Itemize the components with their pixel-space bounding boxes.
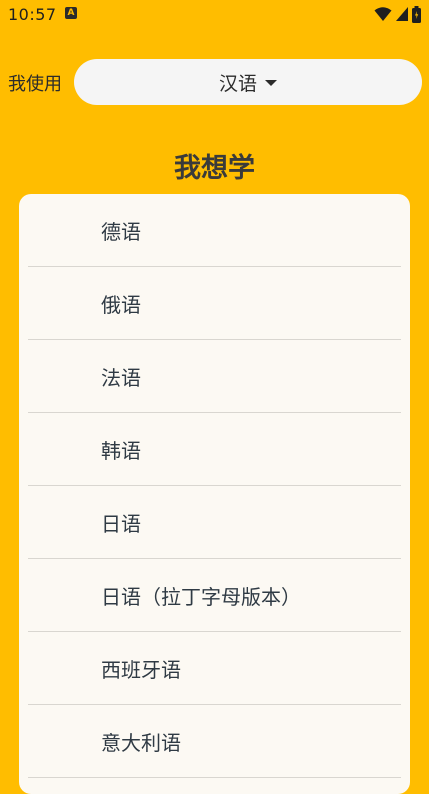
- language-item-spanish[interactable]: 西班牙语: [19, 632, 410, 705]
- status-time: 10:57: [8, 5, 57, 24]
- battery-icon: [412, 5, 421, 23]
- native-language-label: 我使用: [8, 74, 62, 95]
- target-language-list-card[interactable]: 德语 俄语 法语 韩语 日语 日语（拉丁字母版本） 西班牙语 意大利语: [19, 194, 410, 794]
- language-item-german[interactable]: 德语: [19, 194, 410, 267]
- caret-down-icon: [265, 80, 277, 86]
- language-item-italian[interactable]: 意大利语: [19, 705, 410, 778]
- language-item-french[interactable]: 法语: [19, 340, 410, 413]
- native-language-value: 汉语: [218, 72, 257, 95]
- native-language-dropdown[interactable]: 汉语: [74, 59, 422, 105]
- language-item-japanese-romaji[interactable]: 日语（拉丁字母版本）: [19, 559, 410, 632]
- learn-section-title: 我想学: [174, 153, 255, 184]
- system-icons: [374, 5, 421, 23]
- language-item-russian[interactable]: 俄语: [19, 267, 410, 340]
- notification-icon: A: [65, 7, 77, 19]
- wifi-icon: [374, 7, 392, 21]
- status-bar: 10:57 A: [0, 0, 429, 30]
- language-item-japanese[interactable]: 日语: [19, 486, 410, 559]
- target-language-list: 德语 俄语 法语 韩语 日语 日语（拉丁字母版本） 西班牙语 意大利语: [19, 194, 410, 778]
- language-item-korean[interactable]: 韩语: [19, 413, 410, 486]
- native-language-row: 我使用 汉语: [0, 58, 429, 106]
- signal-icon: [396, 7, 408, 21]
